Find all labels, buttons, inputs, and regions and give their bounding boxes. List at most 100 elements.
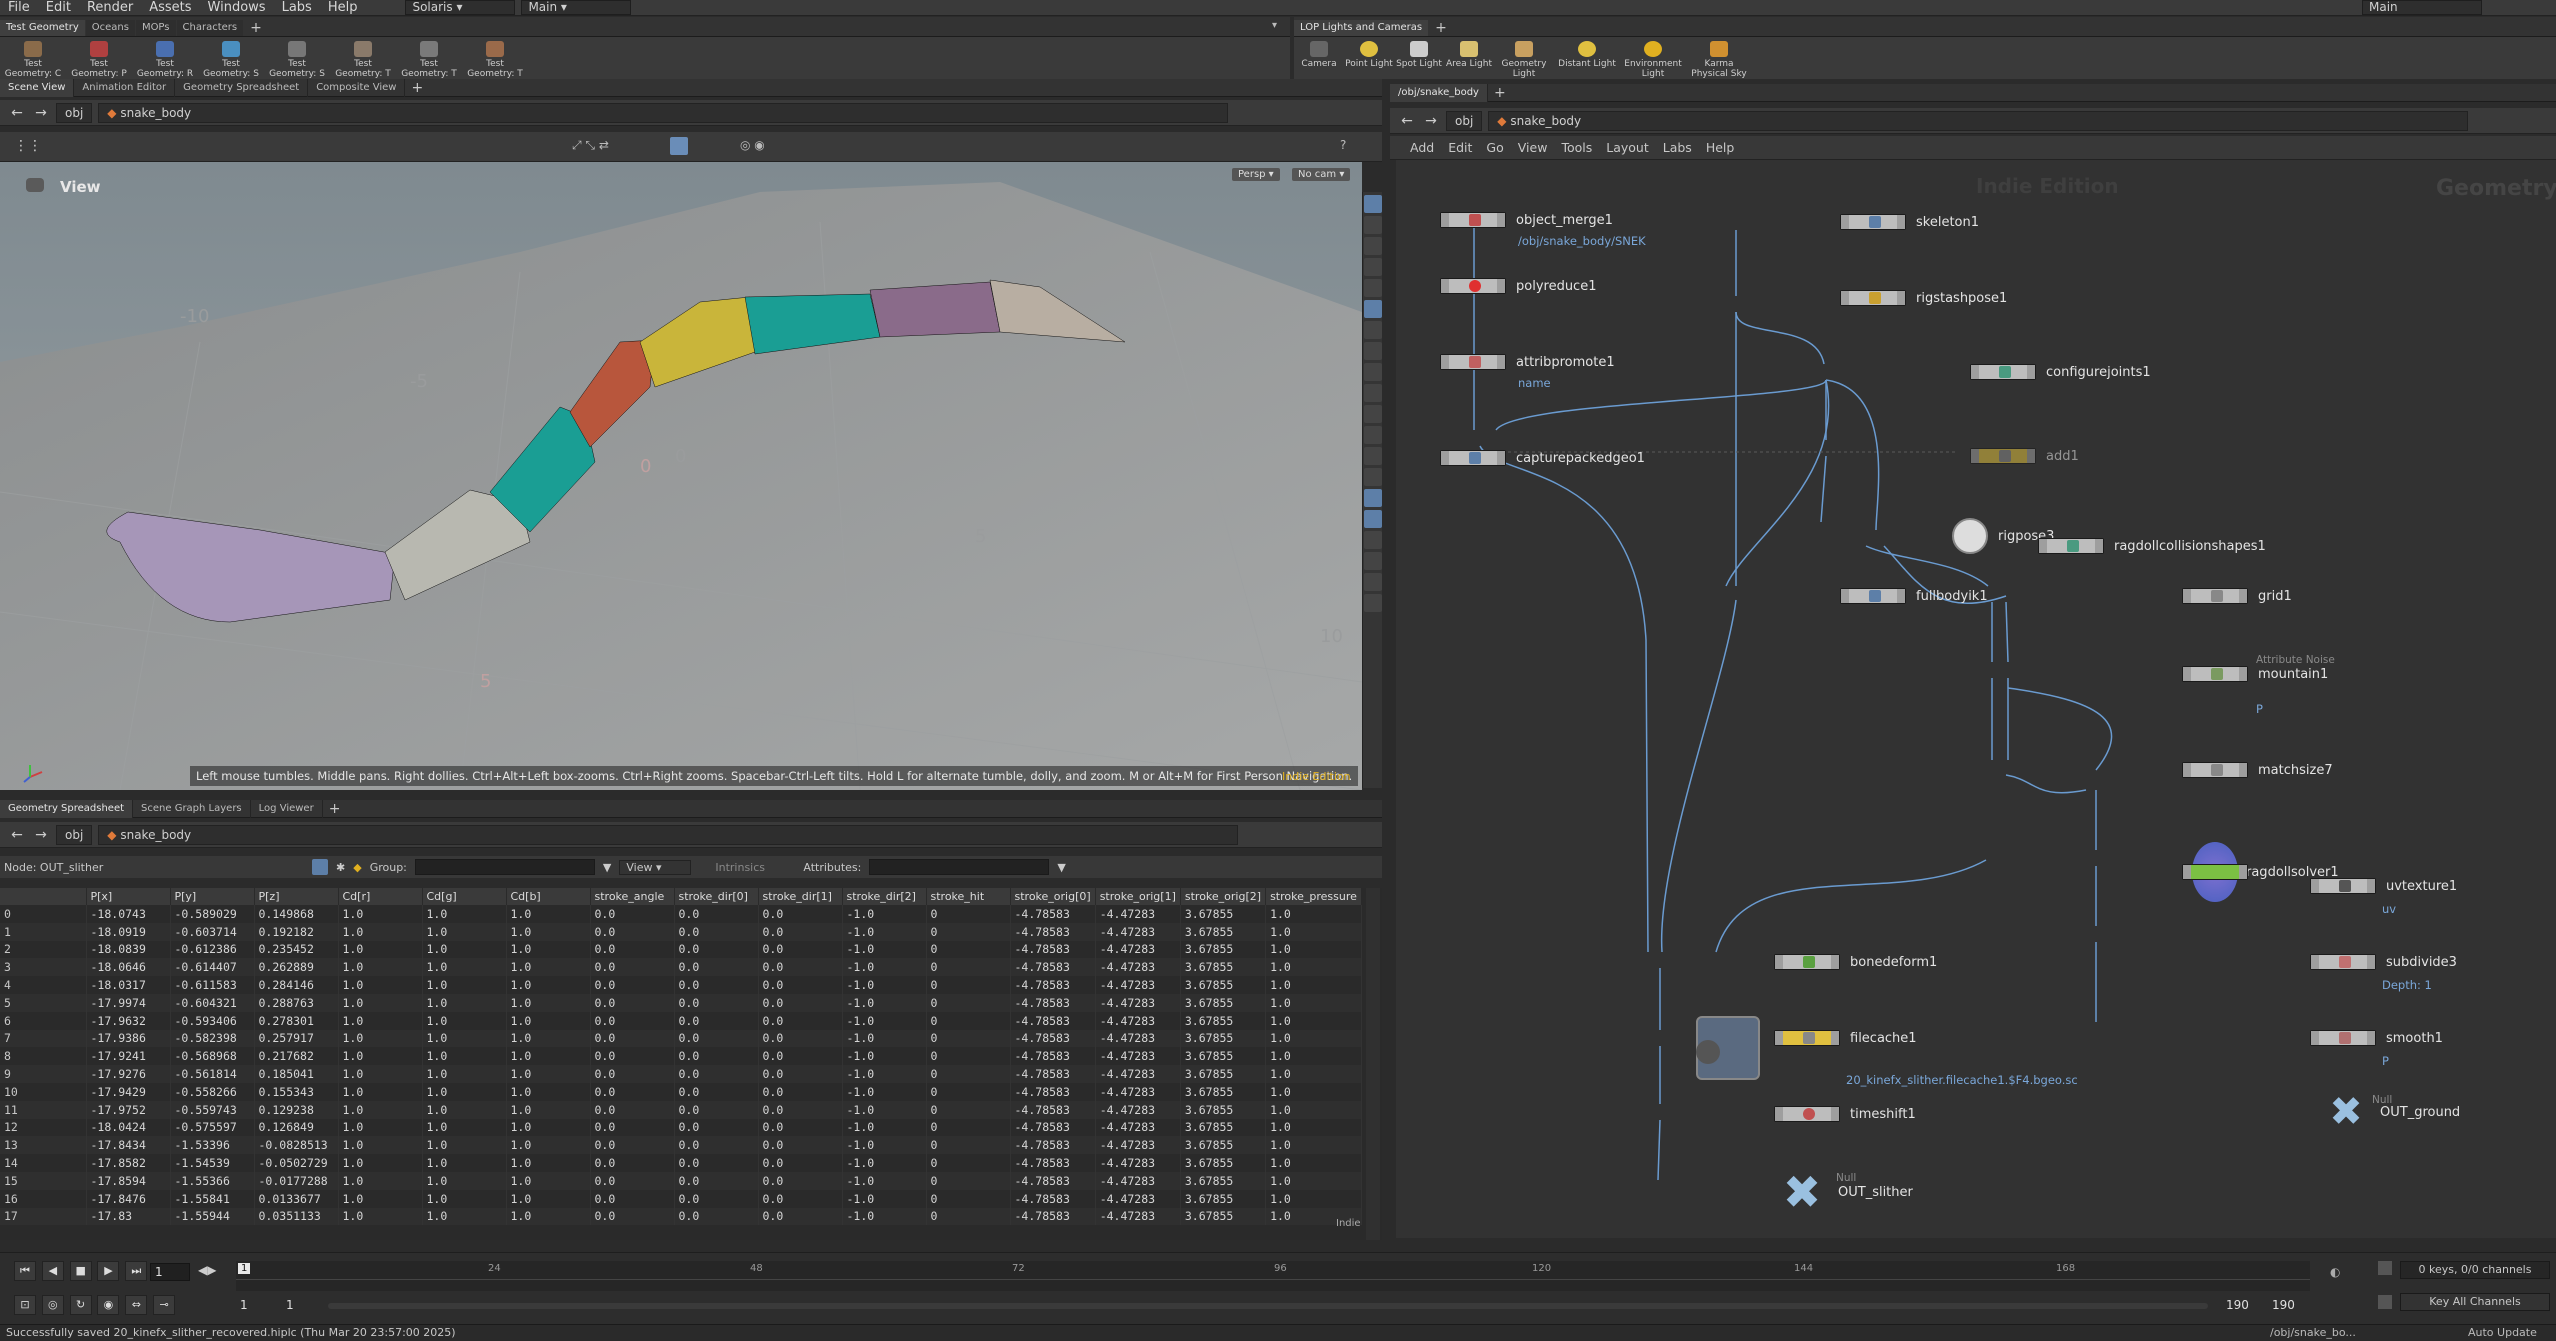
key-all-button[interactable]: Key All Channels (2400, 1293, 2550, 1311)
shelf-tool-karma-sky[interactable]: Karma Physical Sky (1686, 41, 1752, 79)
node-ragdollcollisionshapes1[interactable]: ragdollcollisionshapes1 (2038, 538, 2266, 554)
status-path[interactable]: /obj/snake_bo... (2270, 1325, 2356, 1341)
display-icon[interactable] (1363, 300, 1382, 318)
tab-scene-view[interactable]: Scene View (0, 78, 75, 97)
shelf-tool-2[interactable]: Test Geometry: R (132, 41, 198, 79)
path-node[interactable]: ◆ snake_body (98, 824, 1239, 845)
table-row[interactable]: 11 -17.9752 -0.559743 0.129238 1.0 1.0 1.0 0.0 0… (0, 1100, 1362, 1119)
shelf-tool-6[interactable]: Test Geometry: T (396, 41, 462, 79)
cam-menu[interactable]: No cam ▾ (1292, 168, 1351, 181)
column-header[interactable]: stroke_dir[1] (758, 888, 843, 905)
node-subdivide3[interactable]: subdivide3 (2310, 954, 2457, 970)
table-row[interactable]: 17 -17.83 -1.55944 0.0351133 1.0 1.0 1.0 0.0 0.0… (0, 1207, 1362, 1226)
ghost-icon[interactable] (1363, 321, 1382, 339)
back-icon[interactable]: ← (8, 105, 26, 121)
table-row[interactable]: 7 -17.9386 -0.582398 0.257917 1.0 1.0 1.0 0.0 0.… (0, 1029, 1362, 1048)
column-header[interactable]: Cd[g] (422, 888, 507, 905)
group-field[interactable] (414, 859, 595, 875)
table-row[interactable]: 14 -17.8582 -1.54539 -0.0502729 1.0 1.0 1.0 0.0… (0, 1154, 1362, 1172)
tab-log-viewer[interactable]: Log Viewer (251, 799, 323, 818)
node-polyreduce1[interactable]: polyreduce1 (1440, 278, 1596, 294)
net-menu-layout[interactable]: Layout (1606, 140, 1649, 155)
column-header[interactable]: Cd[b] (506, 888, 591, 905)
column-header[interactable]: P[z] (254, 888, 339, 905)
shelf-tool-environment-light[interactable]: Environment Light (1620, 41, 1686, 79)
key-icon[interactable]: ⊸ (153, 1295, 176, 1315)
column-header[interactable]: stroke_dir[0] (674, 888, 759, 905)
menu-edit[interactable]: Edit (38, 0, 79, 16)
shelf-left-dropdown-icon[interactable]: ▾ (1272, 20, 1277, 31)
net-menu-tools[interactable]: Tools (1561, 140, 1592, 155)
current-frame-marker[interactable]: 1 (238, 1263, 251, 1274)
node-uvtexture1[interactable]: uvtexture1 (2310, 878, 2457, 894)
menu-labs[interactable]: Labs (274, 0, 320, 16)
add-pane-tab-button[interactable]: + (323, 801, 347, 817)
forward-icon[interactable]: → (32, 105, 50, 121)
menu-assets[interactable]: Assets (141, 0, 199, 16)
net-menu-add[interactable]: Add (1410, 140, 1434, 155)
shelf-tool-area-light[interactable]: Area Light (1444, 41, 1494, 69)
pin-icon[interactable]: ✱ (336, 861, 345, 874)
node-capturepackedgeo1[interactable]: capturepackedgeo1 (1440, 450, 1645, 466)
camera-icon[interactable] (1363, 258, 1382, 276)
intrinsics-toggle[interactable]: Intrinsics (715, 861, 795, 874)
filter-icon[interactable]: ▼ (1057, 861, 1065, 874)
viewport-label[interactable]: View (60, 178, 101, 196)
shelf-tool-geometry-light[interactable]: Geometry Light (1494, 41, 1554, 79)
viewport-tool-icon[interactable]: ⤢ ⤡ ⇄ (572, 138, 609, 153)
stop-icon[interactable]: ■ (69, 1261, 92, 1281)
column-header[interactable]: P[x] (86, 888, 171, 905)
forward-icon[interactable]: → (32, 827, 50, 843)
view-select[interactable]: View ▾ (619, 859, 692, 875)
shelf-tab-test-geometry[interactable]: Test Geometry (0, 20, 85, 36)
menu-render[interactable]: Render (79, 0, 141, 16)
table-row[interactable]: 2 -18.0839 -0.612386 0.235452 1.0 1.0 1.0 0.0 0.… (0, 940, 1362, 959)
scene-viewport[interactable]: -10 -5 0 5 10 5 0 View Persp ▾ No cam ▾ … (0, 162, 1362, 790)
net-menu-edit[interactable]: Edit (1448, 140, 1472, 155)
node-add1[interactable]: add1 (1970, 448, 2079, 464)
select-tool-icon[interactable] (1363, 195, 1382, 213)
table-row[interactable]: 13 -17.8434 -1.53396 -0.0828513 1.0 1.0 1.0 0.0… (0, 1136, 1362, 1155)
range-slider[interactable] (328, 1303, 2208, 1309)
tab-geometry-spreadsheet-bottom[interactable]: Geometry Spreadsheet (0, 799, 134, 818)
column-header[interactable] (0, 888, 87, 905)
geometry-spreadsheet[interactable]: P[x] P[y] P[z] Cd[r] Cd[g] Cd[b] stroke_angle s… (0, 888, 1382, 1240)
timeline-ruler[interactable]: 1 24 48 72 96 120 144 168 (236, 1261, 2310, 1291)
shelf-tab-characters[interactable]: Characters (176, 20, 244, 36)
key-all-icon[interactable] (2378, 1295, 2392, 1309)
node-skeleton1[interactable]: skeleton1 (1840, 214, 1979, 230)
view-menu-icon[interactable] (26, 178, 44, 192)
node-object-merge1[interactable]: object_merge1 (1440, 212, 1613, 228)
net-menu-labs[interactable]: Labs (1663, 140, 1692, 155)
node-filecache1[interactable]: filecache1 (1774, 1030, 1917, 1046)
add-shelf-tab-button[interactable]: + (244, 20, 268, 36)
loop-icon[interactable]: ↻ (69, 1295, 92, 1315)
grid-icon[interactable] (1363, 363, 1382, 381)
column-header[interactable]: stroke_orig[2] (1180, 888, 1267, 905)
tab-scene-graph-layers[interactable]: Scene Graph Layers (133, 799, 251, 818)
path-root[interactable]: obj (1446, 110, 1483, 131)
view-options-icon[interactable] (1363, 594, 1382, 612)
table-row[interactable]: 6 -17.9632 -0.593406 0.278301 1.0 1.0 1.0 0.0 0.… (0, 1011, 1362, 1030)
desktop-select[interactable]: Main ▾ (521, 0, 632, 15)
node-fullbodyik1[interactable]: fullbodyik1 (1840, 588, 1988, 604)
table-row[interactable]: 10 -17.9429 -0.558266 0.155343 1.0 1.0 1.0 0.0 0… (0, 1082, 1362, 1101)
table-row[interactable]: 1 -18.0919 -0.603714 0.192182 1.0 1.0 1.0 0.0 0.… (0, 922, 1362, 941)
tab-animation-editor[interactable]: Animation Editor (74, 78, 176, 97)
tab-geometry-spreadsheet[interactable]: Geometry Spreadsheet (175, 78, 309, 97)
color-mode-icon[interactable]: ◆ (353, 861, 361, 874)
shelf-tool-0[interactable]: Test Geometry: C (0, 41, 66, 79)
node-out-ground[interactable]: ✖ OUT_ground (2322, 1092, 2460, 1132)
table-row[interactable]: 8 -17.9241 -0.568968 0.217682 1.0 1.0 1.0 0.0 0.… (0, 1047, 1362, 1066)
table-row[interactable]: 5 -17.9974 -0.604321 0.288763 1.0 1.0 1.0 0.0 0.… (0, 993, 1362, 1012)
range-icon[interactable]: ⇔ (125, 1295, 148, 1315)
node-attribpromote1[interactable]: attribpromote1 (1440, 354, 1615, 370)
light-icon[interactable] (1363, 279, 1382, 297)
table-row[interactable]: 9 -17.9276 -0.561814 0.185041 1.0 1.0 1.0 0.0 0.… (0, 1065, 1362, 1083)
node-out-slither[interactable]: ✖ OUT_slither (1776, 1169, 1913, 1215)
jump-start-icon[interactable]: ⏮ (14, 1261, 36, 1281)
add-pane-tab-button[interactable]: + (1488, 85, 1512, 101)
camera-menu[interactable]: Persp ▾ (1232, 168, 1280, 181)
table-row[interactable]: 3 -18.0646 -0.614407 0.262889 1.0 1.0 1.0 0.0 0.… (0, 958, 1362, 977)
node-configurejoints1[interactable]: configurejoints1 (1970, 364, 2151, 380)
